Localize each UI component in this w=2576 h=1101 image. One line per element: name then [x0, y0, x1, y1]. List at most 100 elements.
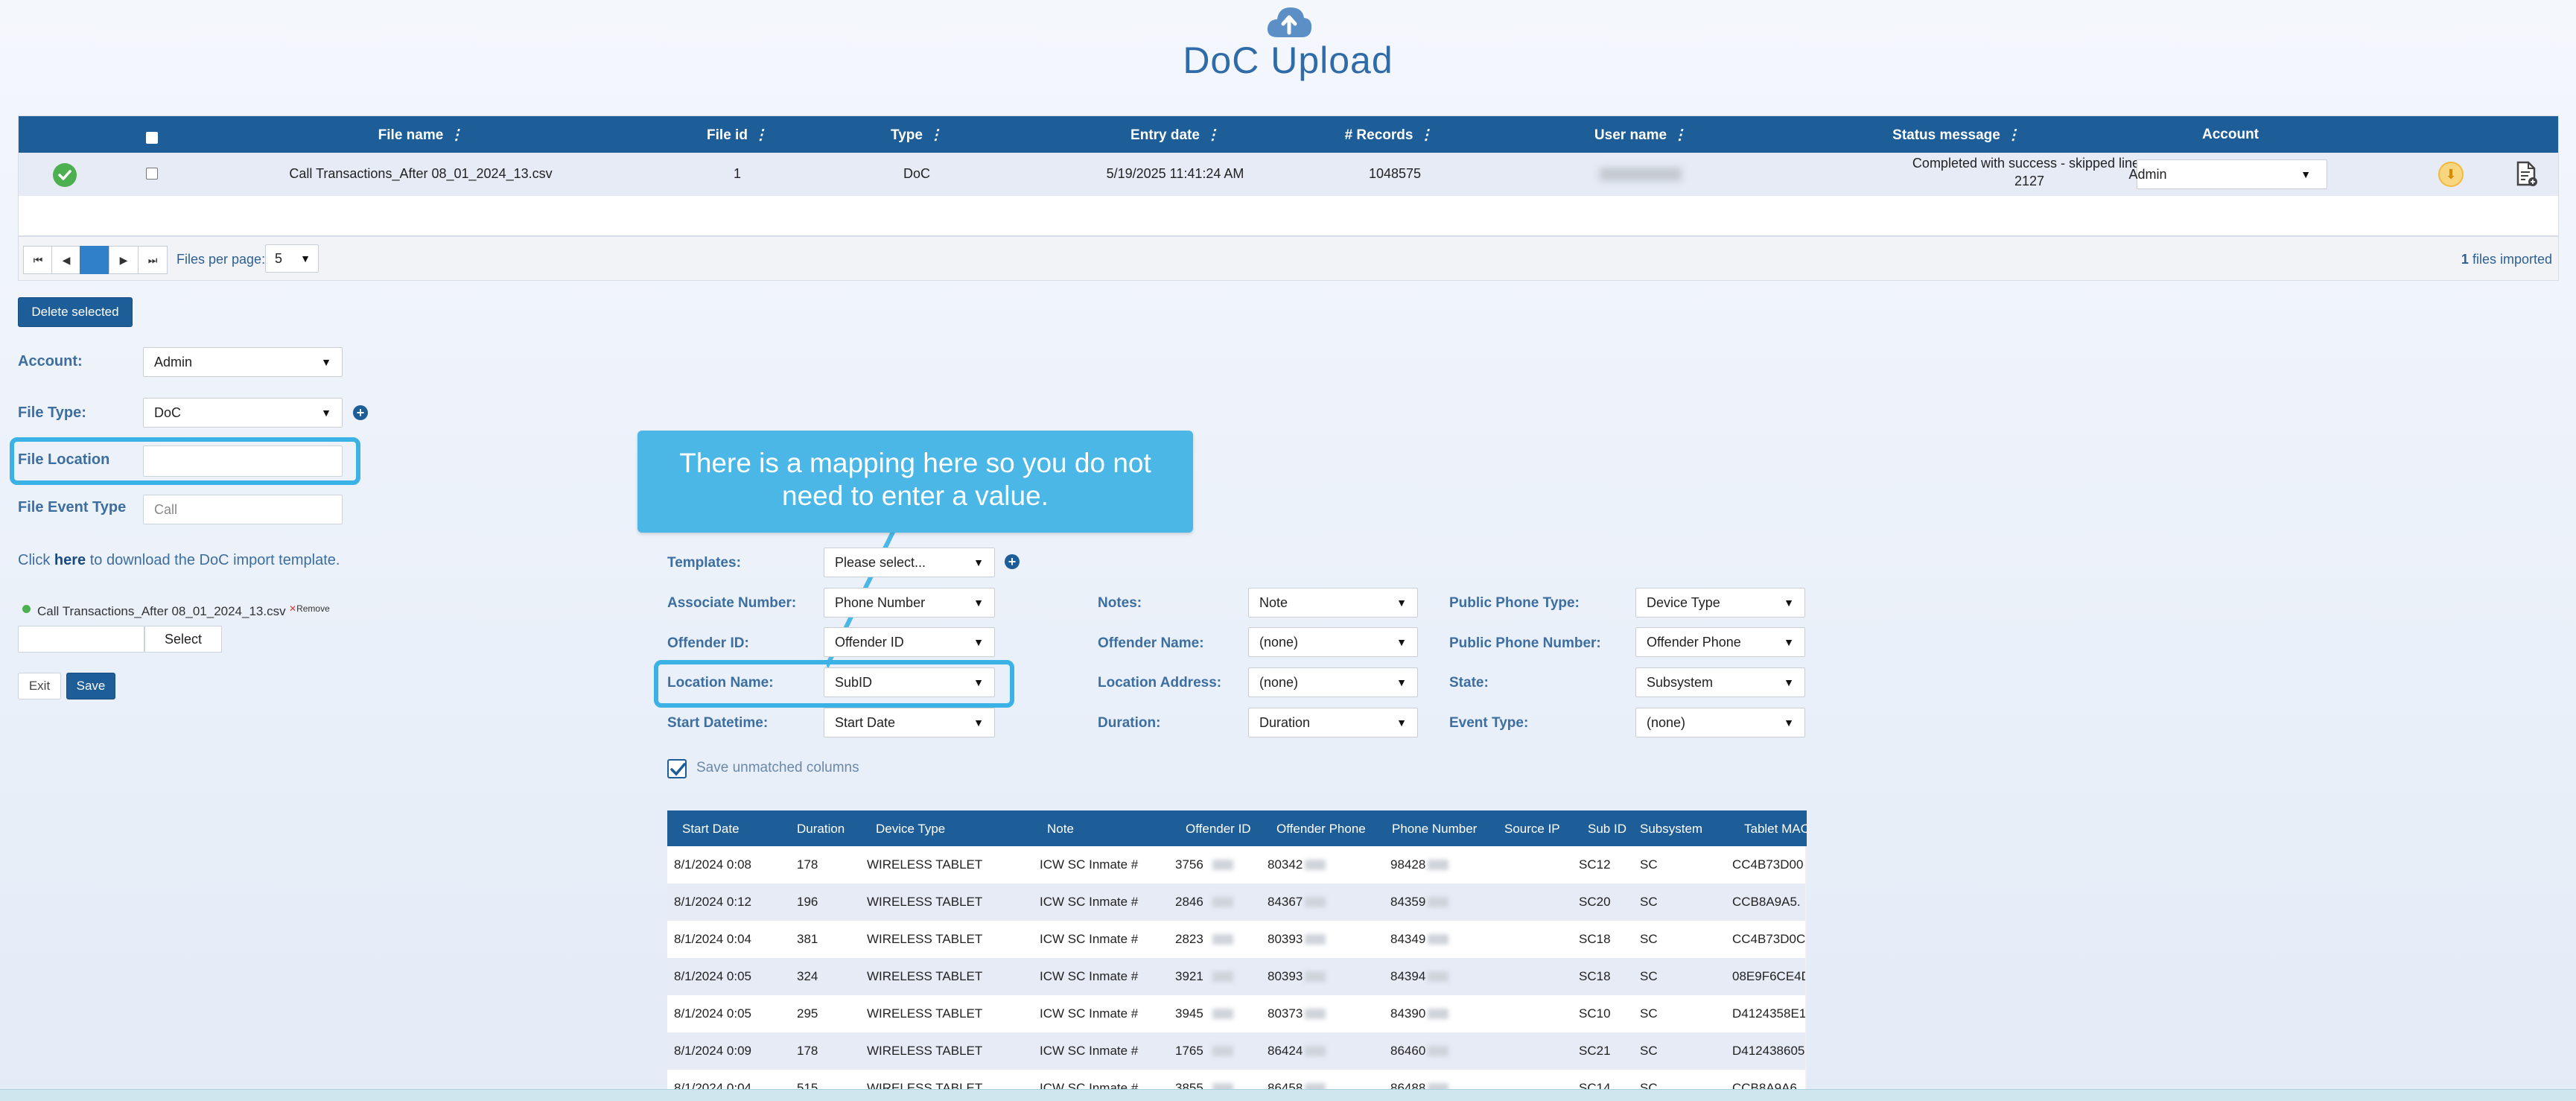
- preview-scrollbar[interactable]: ▲: [1805, 846, 1807, 1101]
- attached-file-name: Call Transactions_After 08_01_2024_13.cs…: [37, 604, 286, 618]
- duration-select[interactable]: Duration ▼: [1248, 708, 1418, 737]
- upload-table-header: File name ⋮ File id ⋮ Type ⋮ Entry date ⋮ # …: [19, 116, 2558, 153]
- public-phone-type-select[interactable]: Device Type ▼: [1635, 588, 1805, 618]
- redacted-digits: [1428, 1046, 1448, 1056]
- redacted-digits: [1428, 860, 1448, 870]
- table-row[interactable]: 8/1/2024 0:12 196 WIRELESS TABLET ICW SC In…: [667, 883, 1805, 921]
- select-file-button[interactable]: Select: [144, 626, 222, 653]
- state-select[interactable]: Subsystem ▼: [1635, 667, 1805, 697]
- table-row[interactable]: 8/1/2024 0:05 324 WIRELESS TABLET ICW SC In…: [667, 958, 1807, 995]
- location-name-select[interactable]: SubID ▼: [824, 667, 995, 697]
- table-row[interactable]: Call Transactions_After 08_01_2024_13.cs…: [19, 153, 2558, 196]
- event-type-select[interactable]: (none) ▼: [1635, 708, 1805, 737]
- table-row[interactable]: 8/1/2024 0:05 295 WIRELESS TABLET ICW SC In…: [667, 995, 1806, 1032]
- file-location-input[interactable]: [143, 445, 343, 477]
- last-page-button[interactable]: ⏭: [138, 246, 168, 274]
- associate-number-select[interactable]: Phone Number ▼: [824, 588, 995, 618]
- table-cell: ICW SC Inmate #: [1040, 1006, 1139, 1021]
- download-icon[interactable]: ⬇: [2438, 162, 2464, 187]
- redacted-digits: [1305, 1046, 1326, 1056]
- table-cell: 2823: [1175, 932, 1203, 946]
- delete-selected-button[interactable]: Delete selected: [18, 297, 133, 327]
- table-cell: WIRELESS TABLET: [867, 1044, 983, 1058]
- state-label: State:: [1449, 675, 1489, 691]
- redacted-digits: [1305, 971, 1326, 982]
- col-status-message[interactable]: Status message ⋮: [1892, 127, 2020, 144]
- table-cell: 08E9F6CE4D: [1732, 969, 1807, 983]
- offender-id-select[interactable]: Offender ID ▼: [824, 627, 995, 657]
- prev-page-button[interactable]: ◀: [51, 246, 81, 274]
- table-cell: 80393: [1268, 969, 1303, 983]
- col-type[interactable]: Type ⋮: [891, 127, 943, 144]
- page-1-button[interactable]: 1: [80, 246, 109, 274]
- table-row[interactable]: 8/1/2024 0:08 178 WIRELESS TABLET ICW SC In…: [667, 846, 1805, 883]
- bottom-status-bar: [0, 1089, 2576, 1101]
- col-entry-date[interactable]: Entry date ⋮: [1130, 127, 1220, 144]
- col-tablet-mac: Tablet MAC: [1744, 822, 1807, 836]
- col-file-name[interactable]: File name ⋮: [378, 127, 464, 144]
- redacted-digits: [1212, 1046, 1233, 1056]
- table-row[interactable]: 8/1/2024 0:09 178 WIRELESS TABLET ICW SC In…: [667, 1032, 1805, 1070]
- table-cell: 8/1/2024 0:05: [674, 969, 751, 983]
- account-label: Account:: [18, 353, 83, 369]
- offender-name-select[interactable]: (none) ▼: [1248, 627, 1418, 657]
- pager: ⏮ ◀ 1 ▶ ⏭ Files per page: 5 ▼ 1 files imp…: [18, 236, 2559, 281]
- remove-file-link[interactable]: ✕Remove: [289, 603, 330, 614]
- file-chooser-input[interactable]: [18, 626, 144, 653]
- templates-select[interactable]: Please select... ▼: [824, 548, 995, 577]
- table-cell: 8/1/2024 0:08: [674, 857, 751, 872]
- per-page-label: Files per page:: [176, 252, 266, 267]
- public-phone-number-select[interactable]: Offender Phone ▼: [1635, 627, 1805, 657]
- add-file-type-icon[interactable]: +: [353, 405, 368, 420]
- notes-select[interactable]: Note ▼: [1248, 588, 1418, 618]
- cloud-upload-icon: [1265, 3, 1313, 42]
- col-user-name[interactable]: User name ⋮: [1594, 127, 1687, 144]
- row-account-select[interactable]: Admin ▼: [2128, 159, 2327, 189]
- row-checkbox[interactable]: [146, 168, 158, 180]
- add-template-icon[interactable]: +: [1005, 554, 1020, 569]
- table-cell: 84359: [1390, 895, 1426, 909]
- save-unmatched-checkbox[interactable]: [667, 759, 687, 778]
- success-check-icon: [53, 163, 77, 187]
- col-offender-phone: Offender Phone: [1276, 822, 1366, 836]
- per-page-select[interactable]: 5 ▼: [265, 244, 319, 273]
- table-cell: 84349: [1390, 932, 1426, 946]
- table-cell: 80342: [1268, 857, 1303, 872]
- start-datetime-select[interactable]: Start Date ▼: [824, 708, 995, 737]
- col-file-id[interactable]: File id ⋮: [707, 127, 768, 144]
- file-type: DoC: [903, 166, 931, 181]
- account-select[interactable]: Admin ▼: [143, 347, 343, 377]
- exit-button[interactable]: Exit: [18, 673, 61, 699]
- template-download-link[interactable]: here: [54, 552, 86, 568]
- table-cell: SC21: [1579, 1044, 1611, 1058]
- table-row[interactable]: 8/1/2024 0:04 381 WIRELESS TABLET ICW SC In…: [667, 921, 1805, 958]
- next-page-button[interactable]: ▶: [109, 246, 139, 274]
- select-all-checkbox[interactable]: [146, 132, 158, 144]
- col-records[interactable]: # Records ⋮: [1345, 127, 1434, 144]
- file-details-icon[interactable]: [2515, 161, 2539, 188]
- entry-date: 5/19/2025 11:41:24 AM: [1106, 166, 1244, 181]
- table-cell: 84390: [1390, 1006, 1426, 1021]
- table-cell: SC10: [1579, 1006, 1611, 1021]
- table-cell: 324: [797, 969, 818, 983]
- table-cell: SC: [1640, 1044, 1658, 1058]
- save-button[interactable]: Save: [66, 673, 115, 699]
- table-cell: CC4B73D00: [1732, 857, 1804, 872]
- table-cell: SC12: [1579, 857, 1611, 872]
- file-type-select[interactable]: DoC ▼: [143, 398, 343, 428]
- user-name-redacted: [1600, 168, 1682, 181]
- location-address-select[interactable]: (none) ▼: [1248, 667, 1418, 697]
- table-cell: 84394: [1390, 969, 1426, 983]
- table-cell: 3945: [1175, 1006, 1203, 1021]
- col-subsystem: Subsystem: [1640, 822, 1703, 836]
- upload-table: File name ⋮ File id ⋮ Type ⋮ Entry date ⋮ # …: [18, 115, 2559, 236]
- table-cell: ICW SC Inmate #: [1040, 1044, 1139, 1058]
- event-type-label: Event Type:: [1449, 715, 1529, 731]
- first-page-button[interactable]: ⏮: [23, 246, 53, 274]
- redacted-digits: [1212, 1009, 1233, 1019]
- file-event-type-input[interactable]: Call: [143, 495, 343, 524]
- col-phone-number: Phone Number: [1392, 822, 1478, 836]
- table-cell: 3756: [1175, 857, 1203, 872]
- redacted-digits: [1428, 1009, 1448, 1019]
- table-cell: WIRELESS TABLET: [867, 857, 983, 872]
